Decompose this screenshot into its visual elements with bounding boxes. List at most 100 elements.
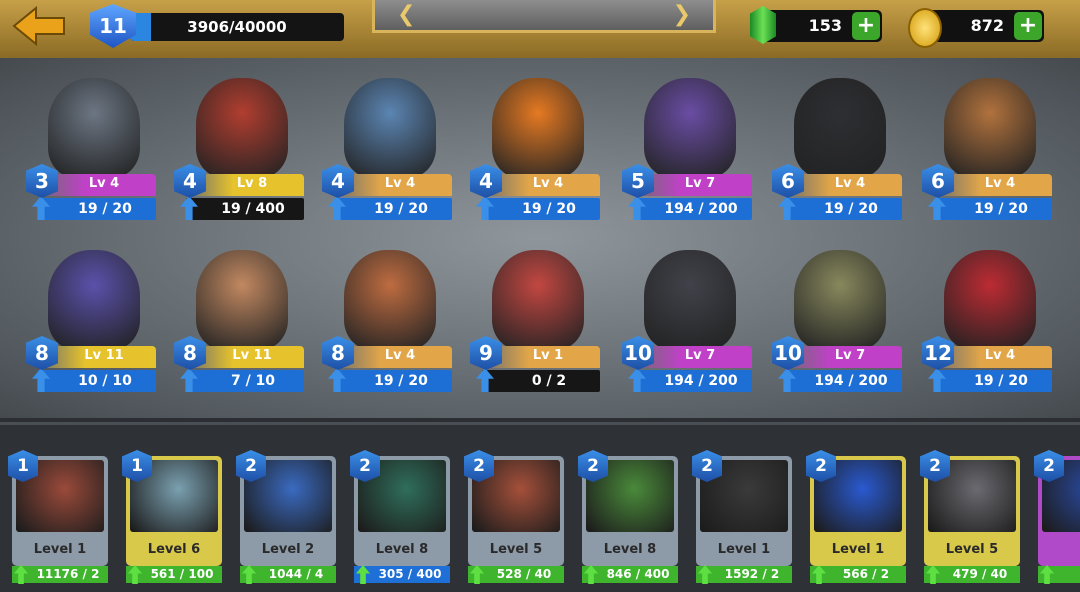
troop-level: Lv 11 (84, 348, 124, 363)
card-level: Level 5 (489, 542, 543, 557)
card-cost-badge: 2 (1034, 450, 1064, 482)
troop-rarity-badge: 4 (322, 164, 354, 198)
troop-slot[interactable]: Lv 7 194 / 200 10 (772, 250, 904, 410)
troop-count: 19 / 400 (221, 201, 285, 217)
card-count-bar: 1044 / 4 (240, 566, 336, 583)
card-cost-badge: 1 (8, 450, 38, 482)
card-cost-badge: 2 (920, 450, 950, 482)
add-coins-button[interactable]: + (1014, 12, 1042, 40)
troop-count-bar: 19 / 20 (934, 198, 1052, 220)
troop-slot[interactable]: Lv 7 194 / 200 5 (622, 78, 754, 238)
troop-figure (196, 78, 288, 178)
top-bar: 3906/40000 11 ❮ ❯ 153 + 872 + (0, 0, 1080, 61)
card-slot[interactable]: Level 8 305 / 400 2 (350, 450, 450, 584)
card-count-bar: 305 / 400 (354, 566, 450, 583)
card-slot[interactable]: Level 5 528 / 40 2 (464, 450, 564, 584)
troop-figure (492, 78, 584, 178)
troop-figure (344, 250, 436, 350)
troop-count-bar: 19 / 20 (38, 198, 156, 220)
xp-text: 3906/40000 (187, 18, 287, 36)
card-count-bar: 561 / 100 (126, 566, 222, 583)
troop-level: Lv 1 (532, 348, 564, 363)
player-level-badge: 11 (90, 4, 136, 48)
troop-count-bar: 19 / 20 (784, 198, 902, 220)
card-slot[interactable]: Level 6 561 / 100 1 (122, 450, 222, 584)
card-slot[interactable]: Level 1 11176 / 2 1 (8, 450, 108, 584)
troop-slot[interactable]: Lv 4 19 / 20 6 (922, 78, 1054, 238)
card-count: 1044 / 4 (268, 567, 324, 581)
card-count: 846 / 400 (606, 567, 670, 581)
coins-value: 872 (970, 16, 1004, 35)
troop-figure (794, 250, 886, 350)
add-gems-button[interactable]: + (852, 12, 880, 40)
troop-count-bar: 194 / 200 (634, 370, 752, 392)
chevron-right-icon[interactable]: ❯ (673, 2, 691, 27)
troop-slot[interactable]: Lv 4 19 / 20 12 (922, 250, 1054, 410)
troop-rarity-badge: 6 (922, 164, 954, 198)
card-count: 1592 / 2 (724, 567, 780, 581)
troop-figure (944, 78, 1036, 178)
card-level: Level 6 (147, 542, 201, 557)
card-cost-badge: 2 (464, 450, 494, 482)
troop-count: 19 / 20 (374, 201, 428, 217)
troop-slot[interactable]: Lv 4 19 / 20 3 (26, 78, 158, 238)
troop-slot[interactable]: Lv 4 19 / 20 6 (772, 78, 904, 238)
gems-value: 153 (808, 16, 842, 35)
troop-count: 19 / 20 (824, 201, 878, 217)
card-count: 11176 / 2 (36, 567, 100, 581)
troop-count-bar: 19 / 400 (186, 198, 304, 220)
card-count: 5 (1054, 566, 1080, 583)
card-slot[interactable]: Level 5 479 / 40 2 (920, 450, 1020, 584)
troop-slot[interactable]: Lv 7 194 / 200 10 (622, 250, 754, 410)
troop-rarity-badge: 8 (322, 336, 354, 370)
card-cost-badge: 2 (578, 450, 608, 482)
card-cost-badge: 2 (350, 450, 380, 482)
troop-slot[interactable]: Lv 8 19 / 400 4 (174, 78, 306, 238)
card-count-bar: 1592 / 2 (696, 566, 792, 583)
troop-level: Lv 7 (834, 348, 866, 363)
troop-figure (48, 78, 140, 178)
card-slot[interactable]: Level 2 1044 / 4 2 (236, 450, 336, 584)
troop-slot[interactable]: Lv 11 10 / 10 8 (26, 250, 158, 410)
troop-count-bar: 10 / 10 (38, 370, 156, 392)
troop-slot[interactable]: Lv 4 19 / 20 4 (470, 78, 602, 238)
card-slot[interactable]: Level 1 566 / 2 2 (806, 450, 906, 584)
troop-slot[interactable]: Lv 11 7 / 10 8 (174, 250, 306, 410)
troop-figure (944, 250, 1036, 350)
troop-figure (48, 250, 140, 350)
coins-counter: 872 + (908, 8, 1044, 48)
card-level: Level 2 (261, 542, 315, 557)
troop-slot[interactable]: Lv 4 19 / 20 8 (322, 250, 454, 410)
chevron-left-icon[interactable]: ❮ (397, 2, 415, 27)
gems-counter: 153 + (750, 6, 882, 44)
card-count-bar: 846 / 400 (582, 566, 678, 583)
troop-count: 194 / 200 (664, 201, 738, 217)
troop-level: Lv 7 (684, 348, 716, 363)
xp-bar: 3906/40000 (130, 13, 344, 41)
card-level: Level 5 (945, 542, 999, 557)
card-level: Level 1 (33, 542, 87, 557)
card-count-bar: 528 / 40 (468, 566, 564, 583)
card-level: Level 1 (831, 542, 885, 557)
coin-icon (908, 8, 942, 48)
troop-rarity-badge: 9 (470, 336, 502, 370)
card-slot[interactable]: Level 1 1592 / 2 2 (692, 450, 792, 584)
card-slot[interactable]: Level 8 846 / 400 2 (578, 450, 678, 584)
troop-count: 19 / 20 (78, 201, 132, 217)
card-cost-badge: 1 (122, 450, 152, 482)
troop-level: Lv 4 (984, 176, 1016, 191)
troop-count-bar: 0 / 2 (482, 370, 600, 392)
troop-count: 19 / 20 (374, 373, 428, 389)
card-count-bar: 566 / 2 (810, 566, 906, 583)
back-arrow-icon[interactable] (12, 6, 68, 46)
troop-level: Lv 8 (236, 176, 268, 191)
troop-rarity-badge: 10 (772, 336, 804, 370)
troop-slot[interactable]: Lv 1 0 / 2 9 (470, 250, 602, 410)
troop-count: 19 / 20 (974, 201, 1028, 217)
troop-level: Lv 4 (88, 176, 120, 191)
troop-count: 19 / 20 (522, 201, 576, 217)
troop-figure (794, 78, 886, 178)
troop-slot[interactable]: Lv 4 19 / 20 4 (322, 78, 454, 238)
card-slot[interactable]: 52 (1034, 450, 1080, 584)
troop-count-bar: 19 / 20 (334, 370, 452, 392)
